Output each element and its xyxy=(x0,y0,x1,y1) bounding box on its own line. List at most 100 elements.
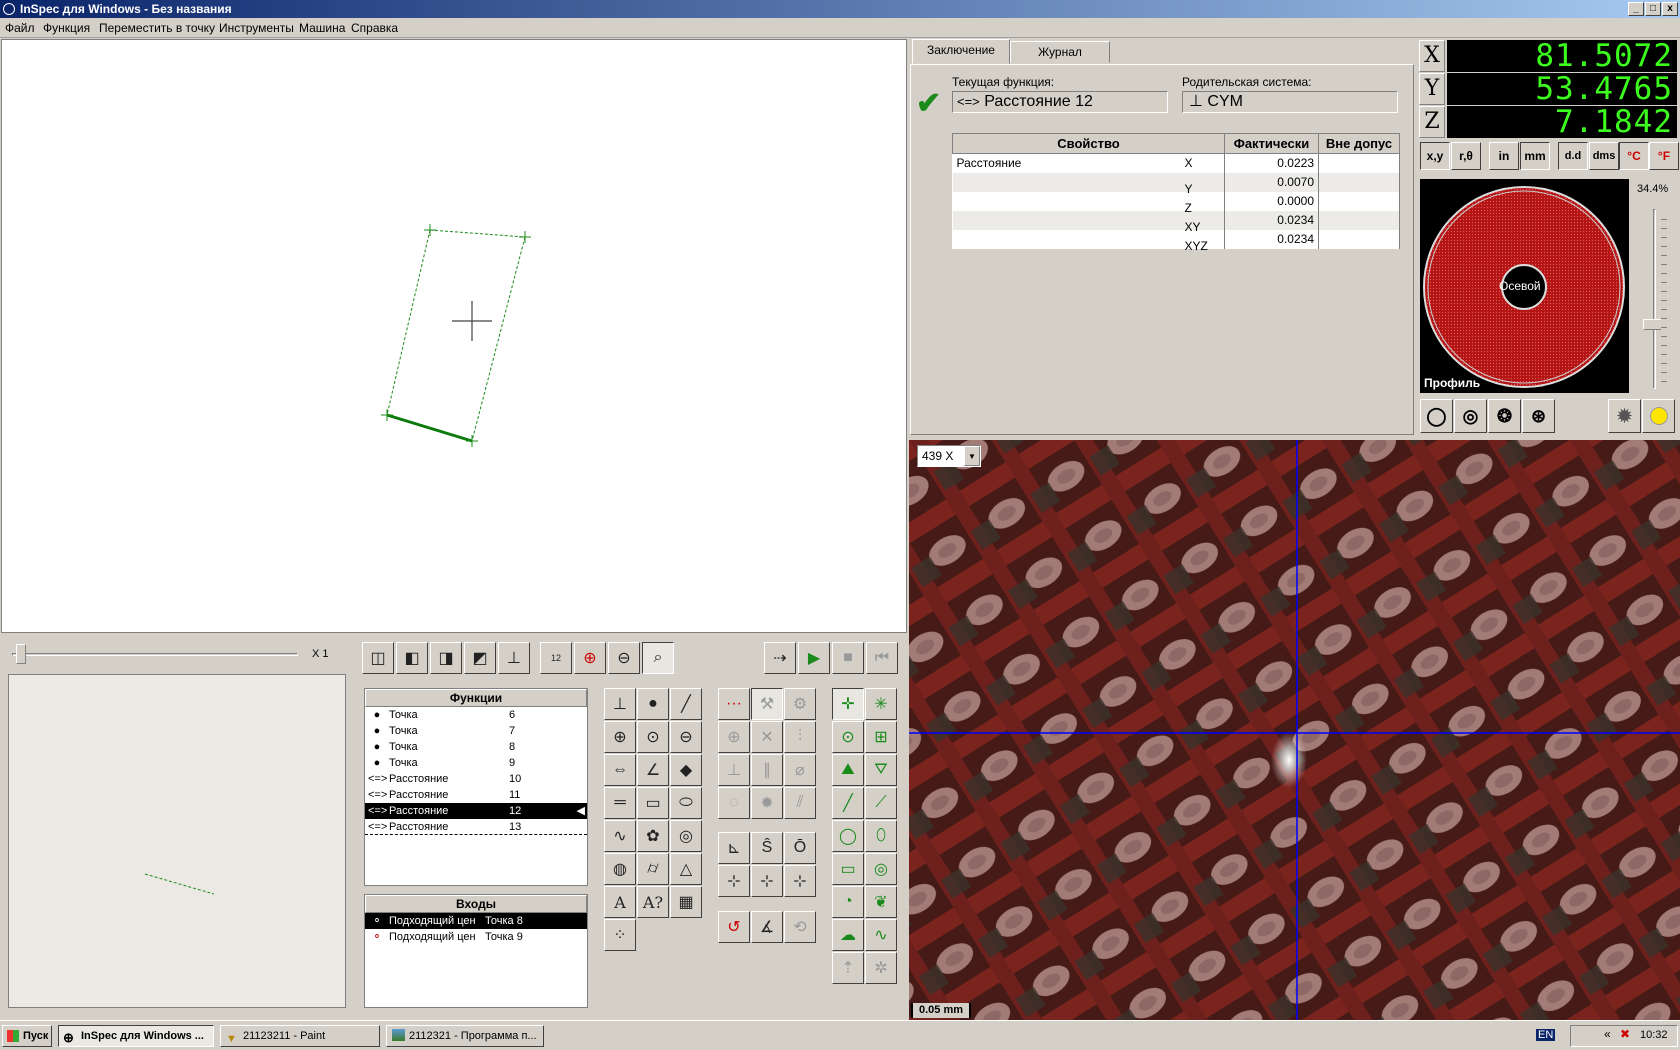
view-iso-icon[interactable]: ◫ xyxy=(362,642,394,674)
z-axis-label[interactable]: Z xyxy=(1419,106,1445,138)
celsius-button[interactable]: °C xyxy=(1619,142,1649,170)
menu-move-to-point[interactable]: Переместить в точку xyxy=(99,21,215,35)
list-item[interactable]: ● Точка 7 xyxy=(365,723,587,739)
intersection-icon[interactable]: ✕ xyxy=(751,721,783,753)
rewind-icon[interactable]: ⏮ xyxy=(866,642,898,674)
task-inspec[interactable]: ⊕ InSpec для Windows ... xyxy=(58,1025,214,1047)
datum-o-icon[interactable]: Ō xyxy=(784,832,816,864)
translate-y-icon[interactable]: ⊹ xyxy=(751,865,783,897)
list-item-selected[interactable]: <=> Расстояние 12 ◀ xyxy=(365,803,587,819)
tray-expand-icon[interactable]: « xyxy=(1604,1027,1611,1041)
edge-point-icon[interactable]: ⊞ xyxy=(865,721,897,753)
circle-tool-icon[interactable]: ◯ xyxy=(832,820,864,852)
profile-tool-icon[interactable]: ∿ xyxy=(865,919,897,951)
cone-feature-icon[interactable]: △ xyxy=(670,853,702,885)
ring-all-icon[interactable]: ⊛ xyxy=(1522,399,1555,433)
gear-pattern-icon[interactable]: ✹ xyxy=(751,787,783,819)
dotted-line-icon[interactable]: ··· xyxy=(718,688,750,720)
table-row[interactable]: Z 0.0000 xyxy=(952,191,1400,215)
inputs-list[interactable]: Входы ⚬ Подходящий цен Точка 8 ⚬ Подходящий… xyxy=(364,894,588,1008)
table-row[interactable]: Y 0.0070 xyxy=(952,172,1400,196)
curve-feature-icon[interactable]: ∿ xyxy=(604,820,636,852)
light-ring-panel[interactable]: Осевой Профиль xyxy=(1420,179,1629,393)
list-item[interactable]: <=> Расстояние 10 xyxy=(365,771,587,787)
concentric-tool-icon[interactable]: ◎ xyxy=(865,853,897,885)
menu-machine[interactable]: Машина xyxy=(299,21,345,35)
line-feature-icon[interactable]: ╱ xyxy=(670,688,702,720)
maximize-button[interactable]: □ xyxy=(1645,2,1661,16)
language-indicator[interactable]: EN xyxy=(1536,1029,1556,1041)
decimal-deg-button[interactable]: d.d xyxy=(1558,142,1588,170)
text-query-icon[interactable]: A? xyxy=(637,886,669,918)
rect-tool-icon[interactable]: ▭ xyxy=(832,853,864,885)
datum-s-icon[interactable]: Ŝ xyxy=(751,832,783,864)
list-item[interactable]: ● Точка 8 xyxy=(365,739,587,755)
input-item[interactable]: ⚬ Подходящий цен Точка 9 xyxy=(365,929,587,945)
tab-conclusion[interactable]: Заключение xyxy=(912,39,1010,64)
tab-journal[interactable]: Журнал xyxy=(1010,41,1110,63)
fahrenheit-button[interactable]: °F xyxy=(1649,142,1679,170)
focus-icon[interactable]: ⇡ xyxy=(832,952,864,984)
view-top-icon[interactable]: ◧ xyxy=(396,642,428,674)
shape-tool-icon[interactable]: ❦ xyxy=(865,886,897,918)
auto-focus-icon[interactable]: ✲ xyxy=(865,952,897,984)
midpoint-icon[interactable]: ⫶ xyxy=(784,721,816,753)
backlight-icon[interactable] xyxy=(1642,399,1675,433)
surface-light-icon[interactable]: ✹ xyxy=(1608,399,1641,433)
x-axis-label[interactable]: X xyxy=(1419,40,1445,72)
start-button[interactable]: Пуск xyxy=(2,1025,52,1047)
ellipse-feature-icon[interactable]: ⊖ xyxy=(670,721,702,753)
view-front-icon[interactable]: ◨ xyxy=(430,642,462,674)
rectangle-feature-icon[interactable]: ▭ xyxy=(637,787,669,819)
table-row[interactable]: Расстояние X 0.0223 xyxy=(952,153,1400,173)
bolt-circle-icon[interactable]: ◌ xyxy=(718,787,750,819)
text-feature-icon[interactable]: A xyxy=(604,886,636,918)
polyline-tool-icon[interactable]: ⟋ xyxy=(865,787,897,819)
view-side-icon[interactable]: ◩ xyxy=(464,642,496,674)
ellipse-tool-icon[interactable]: ⬯ xyxy=(865,820,897,852)
point-construct-icon[interactable]: ✛ xyxy=(832,688,864,720)
perpendicular-icon[interactable]: ⊥ xyxy=(718,754,750,786)
table-row[interactable]: XY 0.0234 xyxy=(952,210,1400,234)
slot-feature-icon[interactable]: ⬭ xyxy=(670,787,702,819)
multi-point-icon[interactable]: ✳ xyxy=(865,688,897,720)
table-row[interactable]: XYZ 0.0234 xyxy=(952,229,1400,253)
rotate-axis-icon[interactable]: ∡ xyxy=(751,911,783,943)
sphere-feature-icon[interactable]: ◍ xyxy=(604,853,636,885)
plane-feature-icon[interactable]: ◆ xyxy=(670,754,702,786)
menu-file[interactable]: Файл xyxy=(5,21,35,35)
crosshair-target-icon[interactable]: ⊕ xyxy=(718,721,750,753)
mini-canvas[interactable] xyxy=(8,674,346,1008)
camera-view[interactable]: 439 X ▼ 0.05 mm xyxy=(909,440,1680,1020)
list-item[interactable]: <=> Расстояние 13 xyxy=(365,819,587,835)
width-feature-icon[interactable]: ═ xyxy=(604,787,636,819)
list-item[interactable]: ● Точка 9 xyxy=(365,755,587,771)
circle-feature-icon[interactable]: ⊕ xyxy=(604,721,636,753)
ring-feature-icon[interactable]: ◎ xyxy=(670,820,702,852)
polar-mode-button[interactable]: r,θ xyxy=(1451,142,1481,170)
mm-button[interactable]: mm xyxy=(1520,142,1550,170)
zoom-in-icon[interactable]: ⊕ xyxy=(574,642,606,674)
menu-help[interactable]: Справка xyxy=(351,21,398,35)
magnification-select[interactable]: 439 X ▼ xyxy=(917,445,981,467)
xy-mode-button[interactable]: x,y xyxy=(1420,142,1450,170)
calculator-icon[interactable]: ▦ xyxy=(670,886,702,918)
chevron-down-icon[interactable]: ▼ xyxy=(964,446,980,466)
run-from-icon[interactable]: ⇢ xyxy=(764,642,796,674)
ring-concentric-icon[interactable]: ◎ xyxy=(1454,399,1487,433)
zoom-slider-thumb[interactable] xyxy=(16,644,26,664)
coordinate-system-icon[interactable]: ⊥ xyxy=(498,642,530,674)
blob-tool-icon[interactable]: ☁ xyxy=(832,919,864,951)
input-item-selected[interactable]: ⚬ Подходящий цен Точка 8 xyxy=(365,913,587,929)
zoom-fit-icon[interactable]: ⌕ xyxy=(642,642,674,674)
rotate-icon[interactable]: ↺ xyxy=(718,911,750,943)
translate-z-icon[interactable]: ⊹ xyxy=(784,865,816,897)
zoom-out-icon[interactable]: ⊖ xyxy=(608,642,640,674)
line-tool-icon[interactable]: ╱ xyxy=(832,787,864,819)
translate-x-icon[interactable]: ⊹ xyxy=(718,865,750,897)
step-button[interactable]: 12 xyxy=(540,642,572,674)
distance-line[interactable] xyxy=(386,413,473,443)
menu-function[interactable]: Функция xyxy=(43,21,90,35)
angle-feature-icon[interactable]: ∠ xyxy=(637,754,669,786)
stop-icon[interactable]: ■ xyxy=(832,642,864,674)
